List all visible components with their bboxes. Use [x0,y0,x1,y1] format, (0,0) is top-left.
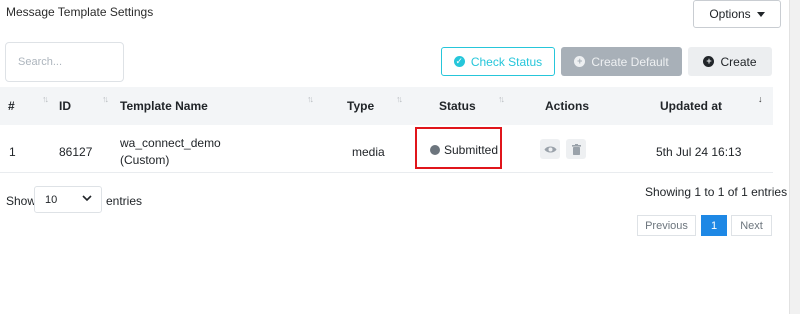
create-default-label: Create Default [591,54,669,69]
sort-icon[interactable]: ↑↓ [102,94,109,104]
caret-down-icon [756,12,765,17]
status-badge: Submitted [430,143,498,157]
column-header-index[interactable]: # [8,87,15,125]
table-row: 1 86127 wa_connect_demo (Custom) media 5… [0,125,773,173]
check-status-label: Check Status [470,54,543,69]
trash-icon [571,143,581,155]
table-header: # ↑↓ ID ↑↓ Template Name ↑↓ Type ↑↓ Stat… [0,87,773,125]
column-header-id[interactable]: ID [59,87,71,125]
check-circle-icon: ✓ [453,56,465,67]
delete-button[interactable] [566,139,586,159]
options-dropdown-button[interactable]: Options [693,0,781,28]
create-label: Create [720,54,757,69]
row-type: media [352,145,385,159]
row-index: 1 [9,145,16,159]
status-label: Submitted [444,143,499,157]
row-updated-at: 5th Jul 24 16:13 [656,145,742,159]
check-status-button[interactable]: ✓ Check Status [441,47,555,76]
sort-icon[interactable]: ↑↓ [307,94,314,104]
plus-circle-icon: + [703,56,715,67]
show-label: Show [6,194,37,208]
options-label: Options [709,7,751,21]
chevron-down-icon [82,195,92,202]
view-button[interactable] [540,139,560,159]
sort-icon[interactable]: ↑↓ [396,94,403,104]
entries-value: 10 [45,193,58,206]
showing-info: Showing 1 to 1 of 1 entries [645,185,788,199]
sort-desc-icon[interactable]: ↓ [758,94,762,104]
sort-icon[interactable]: ↑↓ [498,94,505,104]
status-dot-icon [430,145,440,155]
column-header-template-name[interactable]: Template Name [120,87,208,125]
scrollbar[interactable] [789,0,800,314]
eye-icon [544,146,556,152]
pagination-previous[interactable]: Previous [637,215,696,236]
row-id: 86127 [59,145,93,159]
sort-icon[interactable]: ↑↓ [42,94,49,104]
page-title: Message Template Settings [6,5,154,19]
entries-per-page-select[interactable]: 10 [34,186,102,213]
column-header-updated-at[interactable]: Updated at [660,87,722,125]
create-default-button[interactable]: + Create Default [561,47,682,76]
entries-label: entries [106,194,143,208]
column-header-status[interactable]: Status [439,87,476,125]
search-input[interactable] [5,42,124,82]
plus-circle-icon: + [574,56,586,67]
column-header-actions: Actions [545,99,590,113]
create-button[interactable]: + Create [688,47,772,76]
column-header-type[interactable]: Type [347,87,374,125]
row-template-subtitle: (Custom) [120,153,170,167]
pagination-page-1[interactable]: 1 [701,215,727,236]
pagination-next[interactable]: Next [731,215,772,236]
row-template-name: wa_connect_demo [120,136,221,150]
